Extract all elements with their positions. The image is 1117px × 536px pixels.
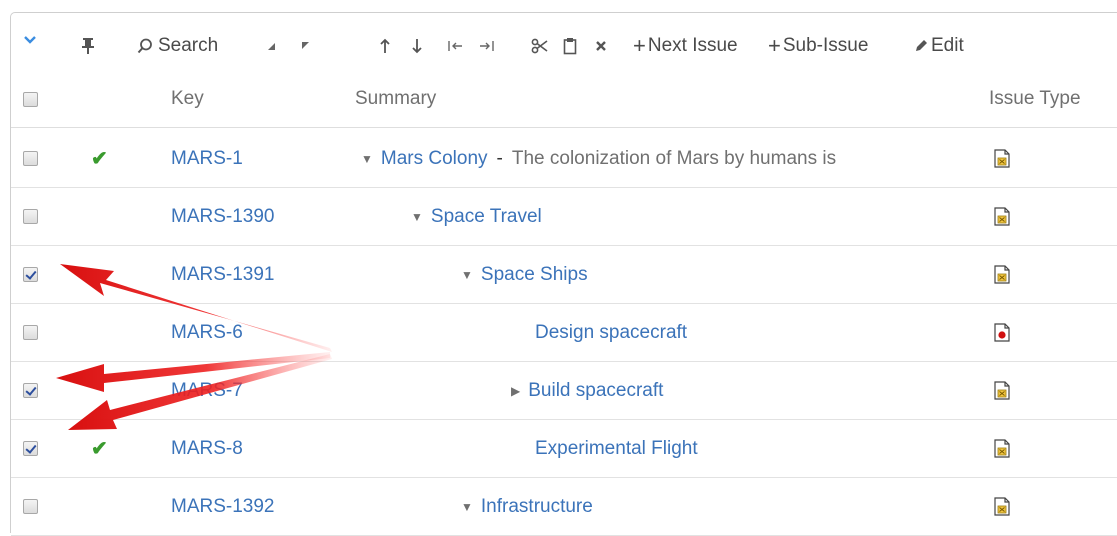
cut-icon[interactable] bbox=[531, 33, 549, 59]
issue-key-link[interactable]: MARS-1 bbox=[171, 130, 243, 187]
epic-icon bbox=[994, 246, 1010, 303]
column-header-key[interactable]: Key bbox=[171, 88, 204, 110]
next-issue-button[interactable]: + Next Issue bbox=[633, 33, 738, 59]
move-up-icon[interactable] bbox=[379, 33, 391, 59]
select-all-checkbox[interactable] bbox=[23, 92, 38, 107]
table-row[interactable]: MARS-1390 ▼ Space Travel bbox=[11, 188, 1117, 246]
indent-icon[interactable] bbox=[479, 33, 495, 59]
issue-key-link[interactable]: MARS-1390 bbox=[171, 188, 275, 245]
pencil-icon bbox=[914, 39, 928, 53]
move-left-icon[interactable] bbox=[266, 33, 276, 59]
search-label: Search bbox=[158, 35, 219, 56]
table-row[interactable]: MARS-7 ▶ Build spacecraft bbox=[11, 362, 1117, 420]
row-checkbox[interactable] bbox=[23, 383, 38, 398]
column-header-summary[interactable]: Summary bbox=[355, 88, 436, 110]
row-checkbox[interactable] bbox=[23, 499, 38, 514]
epic-icon bbox=[994, 188, 1010, 245]
expand-triangle-icon[interactable]: ▶ bbox=[511, 384, 520, 398]
issue-summary-link[interactable]: Experimental Flight bbox=[535, 438, 698, 460]
issue-summary-link[interactable]: Infrastructure bbox=[481, 496, 593, 518]
row-checkbox[interactable] bbox=[23, 441, 38, 456]
issue-description: The colonization of Mars by humans is bbox=[511, 147, 837, 169]
sub-issue-label: Sub-Issue bbox=[782, 35, 869, 56]
plus-icon: + bbox=[768, 33, 781, 58]
pin-icon[interactable] bbox=[81, 33, 95, 59]
table-row[interactable]: MARS-6 Design spacecraft bbox=[11, 304, 1117, 362]
collapse-triangle-icon[interactable]: ▼ bbox=[461, 500, 473, 514]
summary-separator: - bbox=[496, 147, 503, 169]
table-row[interactable]: MARS-1391 ▼ Space Ships bbox=[11, 246, 1117, 304]
epic-icon bbox=[994, 130, 1010, 187]
issue-key-link[interactable]: MARS-7 bbox=[171, 362, 243, 419]
next-issue-label: Next Issue bbox=[647, 35, 738, 56]
resolved-check-icon: ✔ bbox=[91, 438, 108, 460]
row-checkbox[interactable] bbox=[23, 325, 38, 340]
collapse-triangle-icon[interactable]: ▼ bbox=[461, 268, 473, 282]
column-header-issue-type[interactable]: Issue Type bbox=[989, 88, 1081, 110]
table-row[interactable]: ✔ MARS-8 Experimental Flight bbox=[11, 420, 1117, 478]
search-button[interactable]: Search bbox=[137, 33, 218, 59]
issue-key-link[interactable]: MARS-8 bbox=[171, 420, 243, 477]
epic-icon bbox=[994, 478, 1010, 535]
column-header-row: Key Summary Issue Type bbox=[11, 77, 1117, 128]
issue-key-link[interactable]: MARS-6 bbox=[171, 304, 243, 361]
toolbar: Search + Next Issue + Sub-Issue Edit bbox=[11, 13, 1117, 71]
bug-icon bbox=[994, 304, 1010, 361]
issue-summary-link[interactable]: Mars Colony bbox=[381, 148, 488, 170]
paste-icon[interactable] bbox=[563, 33, 577, 59]
sub-issue-button[interactable]: + Sub-Issue bbox=[768, 33, 868, 59]
row-checkbox[interactable] bbox=[23, 267, 38, 282]
table-row[interactable]: MARS-1392 ▼ Infrastructure bbox=[11, 478, 1117, 536]
delete-icon[interactable] bbox=[595, 33, 607, 59]
issue-summary-link[interactable]: Design spacecraft bbox=[535, 322, 687, 344]
collapse-chevron-icon[interactable] bbox=[23, 27, 37, 53]
epic-icon bbox=[994, 420, 1010, 477]
issue-summary-link[interactable]: Build spacecraft bbox=[528, 380, 663, 402]
plus-icon: + bbox=[633, 33, 646, 58]
collapse-triangle-icon[interactable]: ▼ bbox=[361, 152, 373, 166]
row-checkbox[interactable] bbox=[23, 209, 38, 224]
outdent-icon[interactable] bbox=[447, 33, 463, 59]
edit-label: Edit bbox=[931, 35, 964, 56]
resolved-check-icon: ✔ bbox=[91, 148, 108, 170]
collapse-triangle-icon[interactable]: ▼ bbox=[411, 210, 423, 224]
issue-summary-link[interactable]: Space Travel bbox=[431, 206, 542, 228]
issue-summary-link[interactable]: Space Ships bbox=[481, 264, 588, 286]
search-icon bbox=[137, 38, 153, 54]
table-row[interactable]: ✔ MARS-1 ▼ Mars Colony - The colonization of … bbox=[11, 130, 1117, 188]
row-checkbox[interactable] bbox=[23, 151, 38, 166]
edit-button[interactable]: Edit bbox=[914, 33, 964, 59]
epic-icon bbox=[994, 362, 1010, 419]
move-down-icon[interactable] bbox=[411, 33, 423, 59]
structure-panel: Search + Next Issue + Sub-Issue Edit Key… bbox=[10, 12, 1117, 536]
issue-key-link[interactable]: MARS-1392 bbox=[171, 478, 275, 535]
move-right-icon[interactable] bbox=[301, 33, 311, 59]
issue-key-link[interactable]: MARS-1391 bbox=[171, 246, 275, 303]
